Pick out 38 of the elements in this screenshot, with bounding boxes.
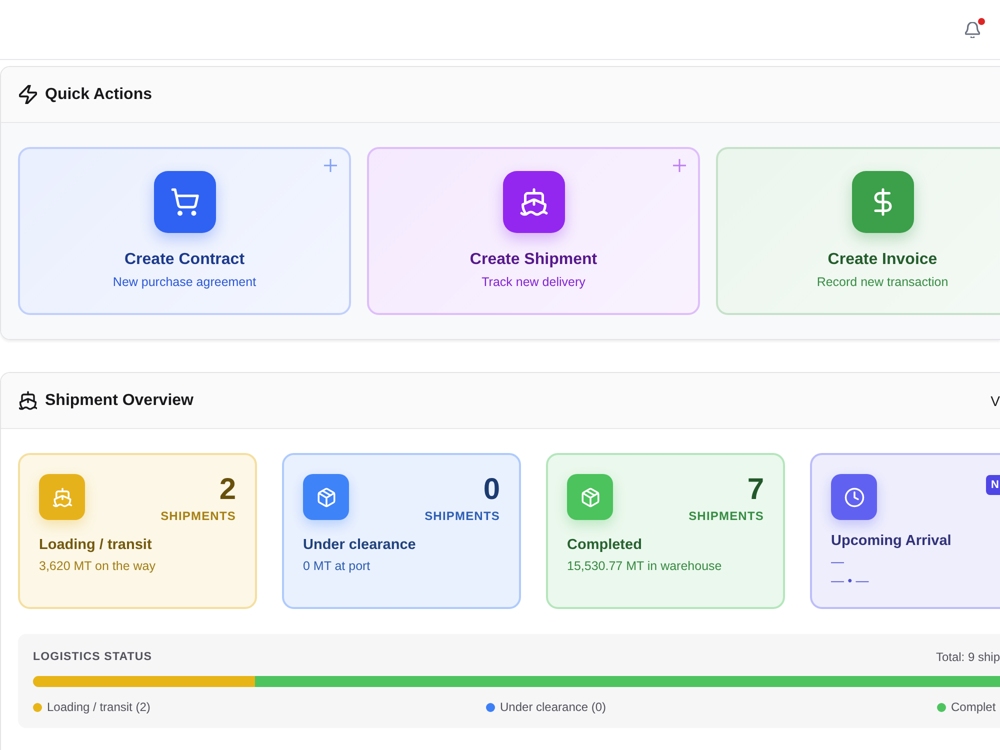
action-card[interactable]: Create Shipment Track new delivery (367, 147, 700, 315)
count-unit: SHIPMENTS (424, 508, 500, 524)
status-title: Upcoming Arrival (831, 532, 952, 550)
action-title: Create Contract (124, 250, 245, 270)
action-card[interactable]: Create Contract New purchase agreement (18, 147, 351, 315)
action-title: Create Invoice (828, 250, 938, 270)
action-subtitle: New purchase agreement (112, 274, 256, 290)
legend-label: Under clearance (0) (500, 700, 606, 714)
count-unit: SHIPMENTS (160, 508, 236, 524)
header-link[interactable]: V (990, 392, 1000, 408)
total-label: Total: 9 ship (936, 650, 1000, 664)
bell-icon[interactable] (965, 22, 980, 38)
action-subtitle: Track new delivery (482, 274, 586, 290)
status-title: Completed (567, 536, 643, 554)
status-title: Loading / transit (39, 536, 153, 554)
plus-icon[interactable] (673, 159, 686, 172)
status-title: Under clearance (303, 536, 417, 554)
status-subtitle: 0 MT at port (303, 558, 372, 574)
action-title: Create Shipment (470, 250, 598, 270)
logistics-title: LOGISTICS STATUS (33, 651, 152, 663)
section-title: Quick Actions (45, 86, 152, 104)
lightning-icon (19, 85, 37, 104)
ship-icon (19, 391, 37, 410)
shipment-count: 2 (219, 474, 236, 506)
action-card[interactable]: Create Invoice Record new transaction (716, 147, 1000, 315)
shipment-count: 7 (747, 474, 764, 506)
status-badge: N (986, 475, 1000, 495)
action-subtitle: Record new transaction (816, 274, 948, 290)
section-title: Shipment Overview (45, 392, 194, 410)
legend-label: Complet (951, 700, 996, 714)
shipment-count: 0 (483, 474, 500, 506)
status-subtitle: 15,530.77 MT in warehouse (567, 558, 723, 574)
plus-icon[interactable] (324, 159, 337, 172)
arrival-detail: — • — (831, 573, 869, 589)
arrival-detail: — (831, 554, 844, 570)
count-unit: SHIPMENTS (688, 508, 764, 524)
legend-label: Loading / transit (2) (47, 700, 150, 714)
status-subtitle: 3,620 MT on the way (39, 558, 157, 574)
